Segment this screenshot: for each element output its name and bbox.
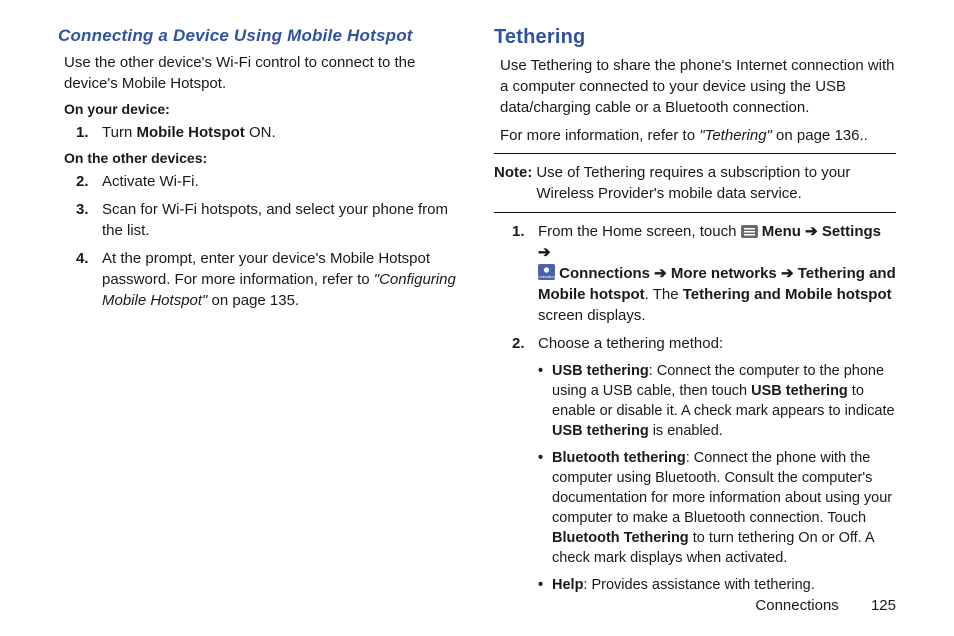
note-text: Use of Tethering requires a subscription… — [536, 162, 896, 204]
tethering-label-2: Tethering and Mobile hotspot — [683, 286, 892, 303]
step-number: 2. — [76, 171, 102, 192]
step-number: 3. — [76, 199, 102, 241]
note-label: Note: — [494, 162, 532, 204]
text: From the Home screen, touch — [538, 223, 741, 240]
right-more-info: For more information, refer to "Tetherin… — [500, 125, 896, 146]
svg-text:Connections: Connections — [538, 275, 555, 279]
left-step-1: 1. Turn Mobile Hotspot ON. — [76, 122, 460, 143]
more-networks-label: More networks — [667, 265, 781, 282]
bullet-text: Bluetooth tethering: Connect the phone w… — [552, 448, 896, 568]
left-step-4: 4. At the prompt, enter your device's Mo… — [76, 248, 460, 311]
arrow-icon: ➔ — [538, 244, 551, 261]
text: For more information, refer to — [500, 127, 699, 144]
text-bold: Bluetooth tethering — [552, 450, 686, 466]
menu-label: Menu — [758, 223, 806, 240]
text-bold: USB tethering — [552, 363, 649, 379]
bullet-text: USB tethering: Connect the computer to t… — [552, 361, 896, 441]
step-number: 1. — [76, 122, 102, 143]
divider — [494, 212, 896, 213]
connections-label: Connections — [555, 265, 654, 282]
text-bold: Mobile Hotspot — [136, 124, 244, 141]
step-number: 2. — [512, 333, 538, 354]
heading-connecting: Connecting a Device Using Mobile Hotspot — [58, 26, 460, 46]
step-number: 1. — [512, 221, 538, 326]
step-text: Activate Wi-Fi. — [102, 171, 460, 192]
text-bold: USB tethering — [751, 383, 848, 399]
bullet-icon: • — [538, 448, 552, 568]
right-column: Tethering Use Tethering to share the pho… — [494, 26, 896, 602]
note: Note: Use of Tethering requires a subscr… — [494, 162, 896, 204]
heading-tethering: Tethering — [494, 26, 896, 49]
menu-icon — [741, 225, 758, 238]
step-text: From the Home screen, touch Menu ➔ Setti… — [538, 221, 896, 326]
arrow-icon: ➔ — [654, 265, 667, 282]
bullet-usb-tethering: • USB tethering: Connect the computer to… — [538, 361, 896, 441]
text: on page 136.. — [772, 127, 868, 144]
step-text: At the prompt, enter your device's Mobil… — [102, 248, 460, 311]
text: : Provides assistance with tethering. — [583, 577, 814, 593]
bullet-bluetooth-tethering: • Bluetooth tethering: Connect the phone… — [538, 448, 896, 568]
text: . The — [645, 286, 683, 303]
text-bold: Bluetooth Tethering — [552, 530, 689, 546]
settings-label: Settings — [818, 223, 881, 240]
subhead-on-other-devices: On the other devices: — [64, 150, 460, 166]
arrow-icon: ➔ — [781, 265, 794, 282]
left-step-3: 3. Scan for Wi-Fi hotspots, and select y… — [76, 199, 460, 241]
text: ON. — [245, 124, 276, 141]
bullet-icon: • — [538, 361, 552, 441]
subhead-on-your-device: On your device: — [64, 101, 460, 117]
left-intro: Use the other device's Wi-Fi control to … — [64, 52, 460, 94]
text-italic: "Tethering" — [699, 127, 772, 144]
step-text: Choose a tethering method: — [538, 333, 896, 354]
page-footer: Connections 125 — [755, 597, 896, 614]
connections-icon: Connections — [538, 264, 555, 280]
text-bold: Help — [552, 577, 583, 593]
right-step-1: 1. From the Home screen, touch Menu ➔ Se… — [512, 221, 896, 326]
text-bold: USB tethering — [552, 423, 649, 439]
text: on page 135. — [207, 292, 299, 309]
section-name: Connections — [755, 597, 838, 614]
arrow-icon: ➔ — [805, 223, 818, 240]
bullet-help: • Help: Provides assistance with tetheri… — [538, 575, 896, 595]
left-column: Connecting a Device Using Mobile Hotspot… — [58, 26, 460, 602]
divider — [494, 153, 896, 154]
step-number: 4. — [76, 248, 102, 311]
text: is enabled. — [649, 423, 723, 439]
step-text: Scan for Wi-Fi hotspots, and select your… — [102, 199, 460, 241]
right-step-2: 2. Choose a tethering method: — [512, 333, 896, 354]
bullet-text: Help: Provides assistance with tethering… — [552, 575, 815, 595]
bullet-icon: • — [538, 575, 552, 595]
text: screen displays. — [538, 307, 646, 324]
page-number: 125 — [871, 597, 896, 614]
right-intro: Use Tethering to share the phone's Inter… — [500, 55, 896, 118]
text: Turn — [102, 124, 136, 141]
left-step-2: 2. Activate Wi-Fi. — [76, 171, 460, 192]
step-text: Turn Mobile Hotspot ON. — [102, 122, 460, 143]
page: Connecting a Device Using Mobile Hotspot… — [0, 0, 954, 636]
